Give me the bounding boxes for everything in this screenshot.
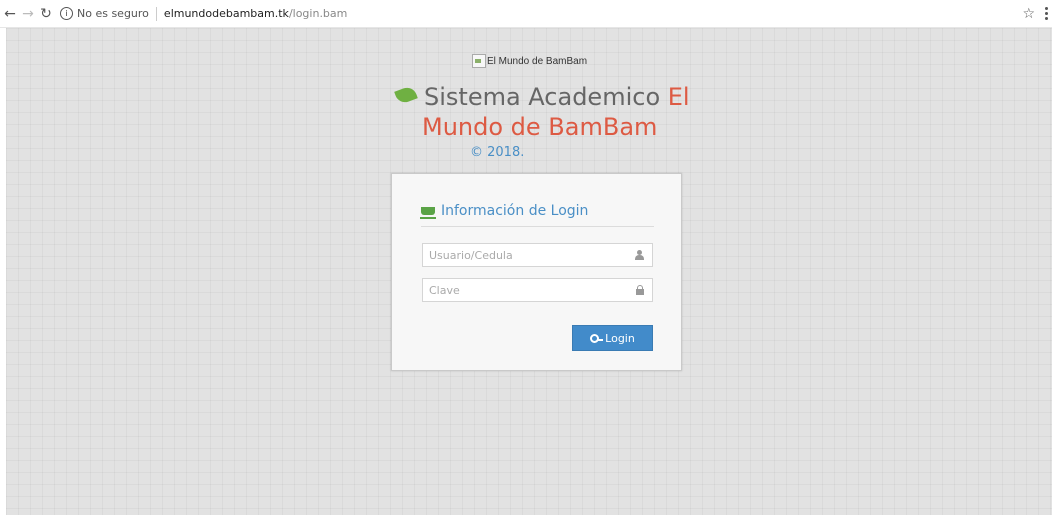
leaf-icon <box>394 85 418 105</box>
password-input[interactable] <box>423 279 629 302</box>
page-title: Sistema Academico El Mundo de BamBam <box>390 82 710 142</box>
username-input[interactable] <box>423 244 629 267</box>
password-field[interactable] <box>422 278 653 302</box>
address-divider <box>155 6 157 21</box>
forward-arrow-icon[interactable]: → <box>20 5 36 23</box>
browser-toolbar: ← → ↻ i No es seguro elmundodebambam.tk … <box>0 0 1052 28</box>
user-icon <box>635 250 644 260</box>
username-field[interactable] <box>422 243 653 267</box>
login-card-title: Información de Login <box>441 203 589 219</box>
title-part1: Sistema Academico <box>424 83 661 111</box>
info-icon[interactable]: i <box>60 7 73 20</box>
reload-icon[interactable]: ↻ <box>38 5 54 23</box>
login-button-label: Login <box>605 331 635 345</box>
title-line2: Mundo de BamBam <box>422 113 658 141</box>
login-card-header: Información de Login <box>420 202 654 227</box>
address-bar[interactable]: i No es seguro elmundodebambam.tk /login… <box>60 4 347 24</box>
lock-icon <box>636 285 644 295</box>
logo-alt-text: El Mundo de BamBam <box>487 55 588 67</box>
title-part2: El <box>667 83 690 111</box>
coffee-icon <box>420 207 436 219</box>
security-label: No es seguro <box>77 7 149 20</box>
broken-image-icon <box>472 54 486 68</box>
back-arrow-icon[interactable]: ← <box>2 5 18 23</box>
url-host: elmundodebambam.tk <box>163 7 289 20</box>
login-button[interactable]: Login <box>572 325 653 351</box>
copyright-text: © 2018. <box>470 145 525 160</box>
key-icon <box>590 333 604 343</box>
url-path: /login.bam <box>288 7 348 20</box>
logo-image: El Mundo de BamBam <box>472 53 587 69</box>
kebab-menu-icon[interactable] <box>1045 7 1048 20</box>
login-card: Información de Login Login <box>391 173 682 371</box>
bookmark-star-icon[interactable]: ☆ <box>1022 6 1035 22</box>
